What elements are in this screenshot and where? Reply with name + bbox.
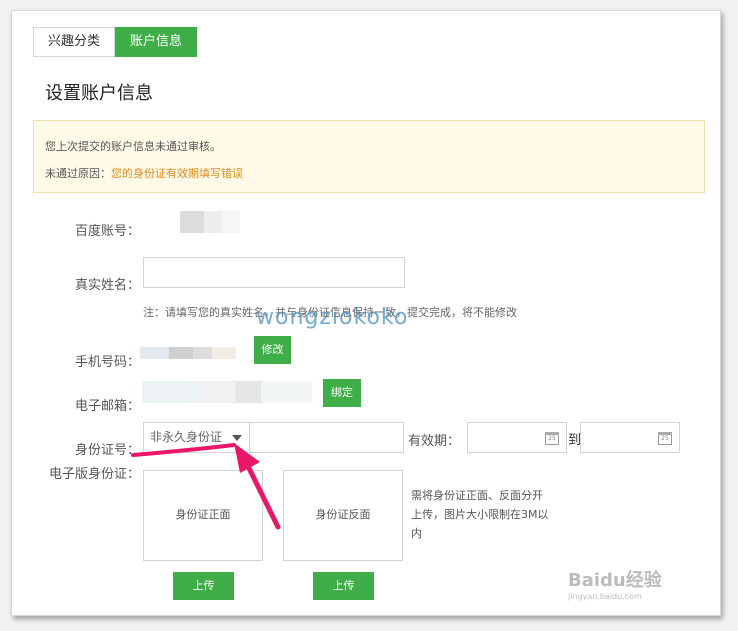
id-front-upload-area[interactable]: 身份证正面 [143, 470, 263, 561]
baidu-jingyan-url: jingyan.baidu.com [568, 592, 642, 601]
bind-email-button[interactable]: 绑定 [323, 379, 361, 407]
id-type-select[interactable]: 非永久身份证 [143, 422, 250, 453]
validity-start-date-input[interactable]: 25 [467, 422, 567, 453]
notice-reason-line: 未通过原因：您的身份证有效期填写错误 [45, 165, 243, 181]
id-back-upload-area[interactable]: 身份证反面 [283, 470, 403, 561]
phone-label: 手机号码： [74, 355, 140, 370]
baidu-account-label: 百度账号： [74, 224, 140, 239]
calendar-icon[interactable]: 25 [658, 432, 672, 445]
review-notice: 您上次提交的账户信息未通过审核。 未通过原因：您的身份证有效期填写错误 [33, 120, 705, 193]
id-number-label: 身份证号： [74, 443, 140, 458]
id-number-input[interactable] [249, 422, 404, 453]
real-name-label: 真实姓名： [74, 278, 140, 293]
id-type-selected-value: 非永久身份证 [150, 430, 223, 444]
upload-back-button[interactable]: 上传 [313, 572, 374, 600]
tab-bar: 兴趣分类 账户信息 [33, 27, 198, 57]
validity-label: 有效期： [408, 434, 461, 449]
upload-front-button[interactable]: 上传 [173, 572, 234, 600]
baidu-account-value-redacted [180, 211, 240, 233]
tab-interest-category[interactable]: 兴趣分类 [33, 27, 116, 57]
phone-value-redacted [140, 347, 236, 359]
chevron-down-icon [232, 435, 242, 441]
electronic-id-label: 电子版身份证： [48, 467, 140, 482]
baidu-jingyan-logo: Baidu经验 [568, 570, 662, 591]
notice-message: 您上次提交的账户信息未通过审核。 [45, 140, 221, 153]
page-title: 设置账户信息 [45, 83, 153, 104]
watermark-text: wongziokoko [256, 305, 409, 330]
email-value-redacted [142, 381, 312, 403]
validity-end-date-input[interactable]: 25 [580, 422, 680, 453]
account-settings-panel: 兴趣分类 账户信息 设置账户信息 您上次提交的账户信息未通过审核。 未通过原因：… [11, 10, 721, 616]
notice-reason-text: 您的身份证有效期填写错误 [111, 167, 243, 180]
email-label: 电子邮箱： [74, 399, 140, 414]
tab-account-info[interactable]: 账户信息 [115, 27, 198, 57]
notice-reason-prefix: 未通过原因： [45, 167, 111, 180]
real-name-input[interactable] [143, 257, 405, 288]
calendar-icon[interactable]: 25 [545, 432, 559, 445]
change-phone-button[interactable]: 修改 [254, 336, 291, 364]
upload-instructions: 需将身份证正面、反面分开上传，图片大小限制在3M以内 [411, 489, 549, 540]
